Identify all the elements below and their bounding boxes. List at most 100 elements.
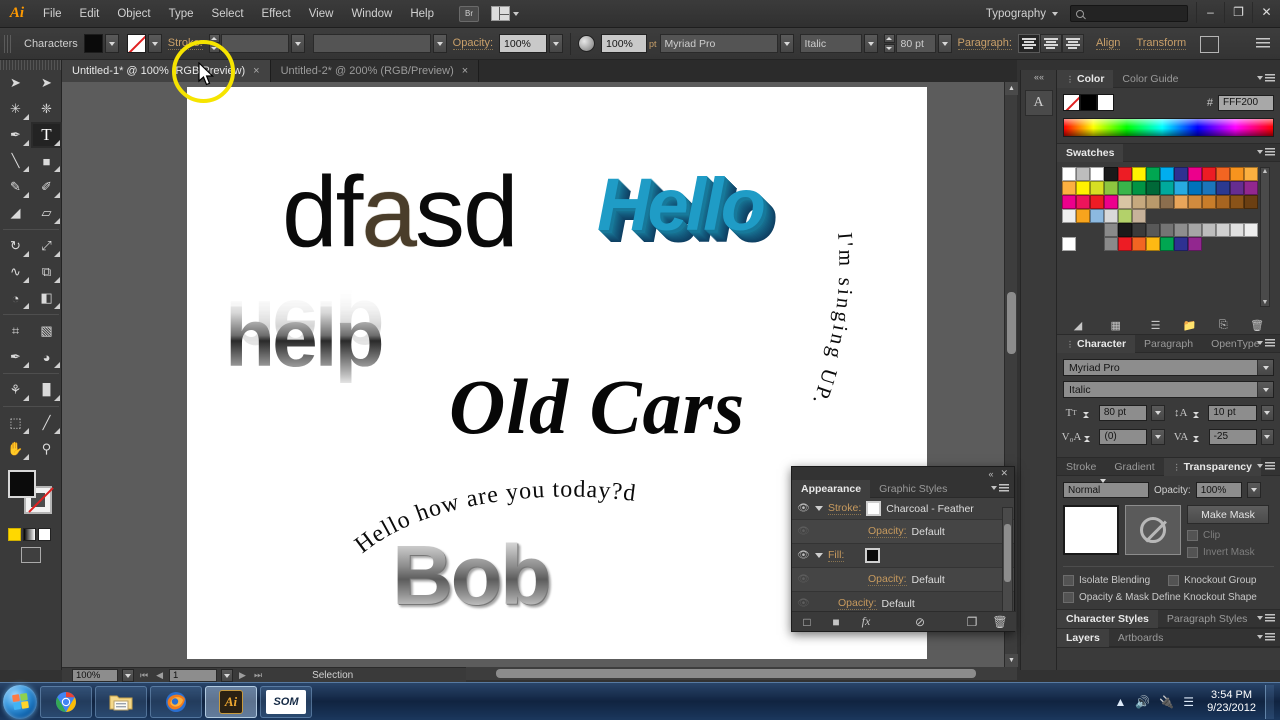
swatch-cell[interactable] [1062,237,1076,251]
font-size-field[interactable]: 80 pt [895,34,936,53]
tab-artboards[interactable]: Artboards [1109,629,1173,647]
close-button[interactable]: ✕ [1252,1,1280,23]
swatch-cell[interactable] [1076,181,1090,195]
character-tracking-input[interactable]: -25 [1208,428,1257,445]
menu-select[interactable]: Select [203,0,253,28]
fill-dropdown-button[interactable] [104,34,119,53]
stroke-weight-dropdown[interactable] [290,34,305,53]
font-style-control[interactable]: Italic [799,34,878,53]
align-left-button[interactable] [1017,34,1040,53]
restore-button[interactable]: ❐ [1224,1,1252,23]
color-panel-menu-icon[interactable] [1257,74,1275,82]
blend-mode-select[interactable]: Normal [1063,479,1149,498]
character-leading-input[interactable]: 10 pt [1208,404,1257,421]
swatch-cell[interactable] [1174,167,1188,181]
scale-control[interactable]: 100% pt [601,34,660,53]
scroll-down-icon[interactable]: ▼ [1262,299,1269,306]
scroll-up-icon[interactable]: ▲ [1005,82,1018,95]
mask-thumbnail[interactable] [1125,505,1181,555]
swatch-cell[interactable] [1132,195,1146,209]
clip-checkbox-row[interactable]: Clip [1187,530,1269,541]
curved-text-singing[interactable]: I'm singing UP. [807,231,858,410]
swatch-cell[interactable] [1118,167,1132,181]
paragraph-label[interactable]: Paragraph: [957,37,1012,50]
swatch-cell[interactable] [1132,167,1146,181]
swatch-libraries-icon[interactable]: ◢ [1063,316,1093,334]
character-panel-icon[interactable]: A [1024,90,1053,116]
menu-file[interactable]: File [34,0,71,28]
swatch-cell[interactable] [1132,181,1146,195]
swatch-cell[interactable] [1146,167,1160,181]
tool-magic-wand[interactable]: ✳ [0,96,31,122]
arrange-documents-button[interactable] [491,6,519,21]
tab-appearance[interactable]: Appearance [792,479,871,498]
workspace-switcher[interactable]: Typography [974,8,1070,20]
collapse-panels-icon[interactable]: «« [1021,70,1057,84]
tab-gradient[interactable]: Gradient [1105,458,1163,476]
layers-panel-menu-icon[interactable] [1257,633,1275,641]
last-artboard-button[interactable]: ⏭ [252,670,264,681]
add-new-fill-icon[interactable]: ■ [822,612,850,632]
swatch-cell[interactable] [1188,237,1202,251]
fill-color-control[interactable] [83,34,119,53]
font-size-control[interactable]: 80 pt [895,34,952,53]
tool-shape-builder[interactable]: ◔ [0,285,31,311]
tab-stroke[interactable]: Stroke [1057,458,1105,476]
black-swatch-icon[interactable] [1080,94,1097,111]
first-artboard-button[interactable]: ⏮ [138,670,150,681]
font-style-dropdown[interactable] [863,34,878,53]
stepper-down[interactable] [1083,412,1094,427]
tab-swatches[interactable]: Swatches [1057,143,1124,162]
swatch-cell[interactable] [1230,167,1244,181]
swatch-cell[interactable] [1090,181,1104,195]
status-text[interactable]: Selection [312,670,353,681]
previous-artboard-button[interactable]: ◀ [154,670,165,681]
hex-value-input[interactable]: FFF200 [1218,94,1274,111]
swatch-cell[interactable] [1146,181,1160,195]
swatch-cell[interactable] [1216,195,1230,209]
appearance-row-fill-opacity[interactable]: 👁 Opacity: Default [792,568,1014,592]
clear-appearance-icon[interactable]: ⊘ [882,612,958,632]
scale-field[interactable]: 100% [601,34,648,53]
leading-dropdown[interactable] [1260,404,1275,421]
show-swatch-kinds-icon[interactable]: ▦ [1093,316,1139,334]
swatch-cell[interactable] [1076,209,1090,223]
menu-object[interactable]: Object [108,0,159,28]
checkbox-icon[interactable] [1187,547,1198,558]
tool-lasso[interactable]: ❈ [31,96,62,122]
font-family-field[interactable]: Myriad Pro [659,34,778,53]
control-panel-menu-icon[interactable] [1256,38,1270,49]
tool-free-transform[interactable]: ⧉ [31,259,62,285]
character-kerning-input[interactable]: (0) [1099,428,1148,445]
horizontal-scroll-thumb[interactable] [496,669,976,678]
tool-eraser[interactable]: ▱ [31,200,62,226]
swatches-panel-menu-icon[interactable] [1257,148,1275,156]
tool-pencil[interactable]: ✐ [31,174,62,200]
object-thumbnail[interactable] [1063,505,1119,555]
swatch-cell[interactable] [1132,237,1146,251]
tool-pen[interactable]: ✒ [0,122,31,148]
swatch-cell[interactable] [1076,167,1090,181]
appearance-row-fill[interactable]: 👁 Fill: [792,544,1014,568]
font-style-dropdown-button[interactable] [1257,382,1273,397]
tool-perspective-grid[interactable]: ◧ [31,285,62,311]
swatch-cell[interactable] [1174,237,1188,251]
stroke-row-label[interactable]: Stroke: [828,502,862,515]
artwork-text-old-cars[interactable]: Old Cars [449,362,745,452]
artboard-number-field[interactable]: 1 [169,669,218,682]
transform-bounding-box-icon[interactable] [1200,36,1220,53]
kerning-dropdown[interactable] [1151,428,1165,445]
zoom-level-field[interactable]: 100% [72,669,118,682]
stroke-weight-field[interactable] [220,34,289,53]
swatch-cell[interactable] [1230,181,1244,195]
swatch-cell[interactable] [1104,209,1118,223]
swatch-cell[interactable] [1174,223,1188,237]
visibility-eye-icon[interactable]: 👁 [797,503,810,514]
artwork-text-dfasd[interactable]: dfasd [282,155,519,270]
kerning-stepper[interactable] [1084,427,1094,451]
menu-effect[interactable]: Effect [253,0,300,28]
tool-line-segment[interactable]: ╲ [0,148,31,174]
volume-icon[interactable]: 🔊 [1135,695,1150,709]
fill-row-swatch[interactable] [865,548,881,563]
swatch-cell[interactable] [1090,195,1104,209]
